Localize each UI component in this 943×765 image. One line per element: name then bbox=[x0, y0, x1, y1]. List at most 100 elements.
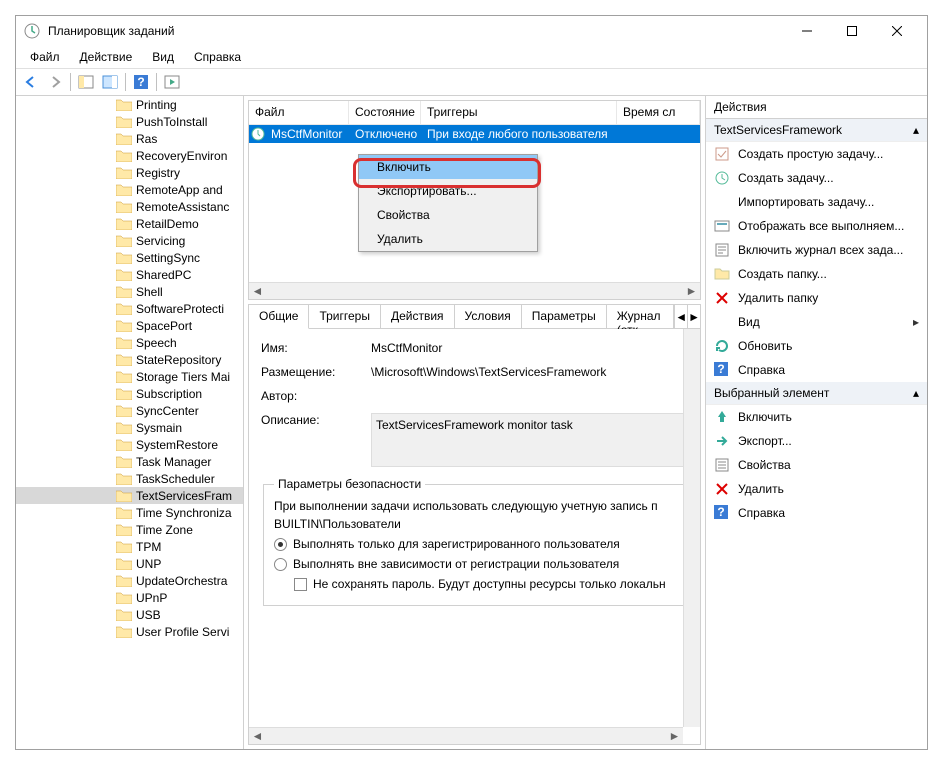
close-button[interactable] bbox=[874, 17, 919, 46]
ctx-export[interactable]: Экспортировать... bbox=[359, 179, 537, 203]
action-import[interactable]: Импортировать задачу... bbox=[706, 190, 927, 214]
tree-item[interactable]: Shell bbox=[16, 283, 243, 300]
tree-item[interactable]: Time Synchroniza bbox=[16, 504, 243, 521]
tree-item[interactable]: UNP bbox=[16, 555, 243, 572]
tab-left-icon[interactable]: ◄ bbox=[674, 305, 687, 328]
action-help[interactable]: ? Справка bbox=[706, 358, 927, 382]
radio-logged-on[interactable] bbox=[274, 538, 287, 551]
scroll-left-icon[interactable]: ◄ bbox=[249, 284, 266, 299]
action-properties[interactable]: Свойства bbox=[706, 453, 927, 477]
tree-item[interactable]: RetailDemo bbox=[16, 215, 243, 232]
tree-item[interactable]: SettingSync bbox=[16, 249, 243, 266]
tree-item[interactable]: User Profile Servi bbox=[16, 623, 243, 640]
tree-item[interactable]: Time Zone bbox=[16, 521, 243, 538]
tree-item[interactable]: Sysmain bbox=[16, 419, 243, 436]
action-create[interactable]: Создать задачу... bbox=[706, 166, 927, 190]
tree-item[interactable]: Task Manager bbox=[16, 453, 243, 470]
tab-conditions[interactable]: Условия bbox=[455, 305, 522, 328]
tab-general[interactable]: Общие bbox=[249, 305, 309, 329]
menu-help[interactable]: Справка bbox=[184, 48, 251, 66]
tree-item[interactable]: RemoteApp and bbox=[16, 181, 243, 198]
maximize-button[interactable] bbox=[829, 17, 874, 46]
tab-parameters[interactable]: Параметры bbox=[522, 305, 607, 328]
menu-view[interactable]: Вид bbox=[142, 48, 184, 66]
tree-item[interactable]: SyncCenter bbox=[16, 402, 243, 419]
ctx-delete[interactable]: Удалить bbox=[359, 227, 537, 251]
action-help2[interactable]: ? Справка bbox=[706, 501, 927, 525]
tree-item[interactable]: Speech bbox=[16, 334, 243, 351]
col-file[interactable]: Файл bbox=[249, 101, 349, 124]
show-hide-tree-button[interactable] bbox=[75, 71, 97, 93]
tree-item[interactable]: SharedPC bbox=[16, 266, 243, 283]
tree-item-label: Ras bbox=[136, 132, 157, 146]
tree-item[interactable]: TaskScheduler bbox=[16, 470, 243, 487]
tab-right-icon[interactable]: ► bbox=[687, 305, 700, 328]
run-button[interactable] bbox=[161, 71, 183, 93]
checkbox-no-password[interactable] bbox=[294, 578, 307, 591]
tree-item[interactable]: TPM bbox=[16, 538, 243, 555]
folder-icon bbox=[116, 353, 132, 366]
tree-item[interactable]: StateRepository bbox=[16, 351, 243, 368]
scroll-left-icon[interactable]: ◄ bbox=[249, 729, 266, 744]
details-body: Имя: MsCtfMonitor Размещение: \Microsoft… bbox=[249, 329, 700, 744]
scroll-right-icon[interactable]: ► bbox=[683, 284, 700, 299]
action-view[interactable]: Вид ▸ bbox=[706, 310, 927, 334]
help-button[interactable]: ? bbox=[130, 71, 152, 93]
import-icon bbox=[714, 194, 730, 210]
action-export[interactable]: Экспорт... bbox=[706, 429, 927, 453]
details-vscroll[interactable] bbox=[683, 329, 700, 727]
tree-item[interactable]: SpacePort bbox=[16, 317, 243, 334]
minimize-button[interactable] bbox=[784, 17, 829, 46]
tab-triggers[interactable]: Триггеры bbox=[309, 305, 381, 328]
tree-item[interactable]: Ras bbox=[16, 130, 243, 147]
folder-icon bbox=[116, 166, 132, 179]
actions-section2-title[interactable]: Выбранный элемент ▴ bbox=[706, 382, 927, 405]
action-delete[interactable]: Удалить bbox=[706, 477, 927, 501]
task-hscroll[interactable]: ◄ ► bbox=[249, 282, 700, 299]
action-create-folder[interactable]: Создать папку... bbox=[706, 262, 927, 286]
action-delete-folder[interactable]: Удалить папку bbox=[706, 286, 927, 310]
tree-item[interactable]: RecoveryEnviron bbox=[16, 147, 243, 164]
tree-item[interactable]: SoftwareProtecti bbox=[16, 300, 243, 317]
tree-item[interactable]: Subscription bbox=[16, 385, 243, 402]
tab-actions[interactable]: Действия bbox=[381, 305, 455, 328]
action-refresh[interactable]: Обновить bbox=[706, 334, 927, 358]
details-hscroll[interactable]: ◄ ► bbox=[249, 727, 683, 744]
actions-header: Действия bbox=[706, 96, 927, 119]
tree-item[interactable]: USB bbox=[16, 606, 243, 623]
back-button[interactable] bbox=[20, 71, 42, 93]
actions-section1-title[interactable]: TextServicesFramework ▴ bbox=[706, 119, 927, 142]
tree-item[interactable]: Printing bbox=[16, 96, 243, 113]
tree-item[interactable]: PushToInstall bbox=[16, 113, 243, 130]
radio-any[interactable] bbox=[274, 558, 287, 571]
action-enable[interactable]: Включить bbox=[706, 405, 927, 429]
ctx-enable[interactable]: Включить bbox=[359, 155, 537, 179]
tree-item[interactable]: UPnP bbox=[16, 589, 243, 606]
ctx-properties[interactable]: Свойства bbox=[359, 203, 537, 227]
tree-item[interactable]: Registry bbox=[16, 164, 243, 181]
forward-button[interactable] bbox=[44, 71, 66, 93]
tab-journal[interactable]: Журнал (отк bbox=[607, 305, 674, 328]
security-fieldset: Параметры безопасности При выполнении за… bbox=[263, 477, 686, 606]
action-enable-log[interactable]: Включить журнал всех зада... bbox=[706, 238, 927, 262]
tree-item[interactable]: Servicing bbox=[16, 232, 243, 249]
menu-action[interactable]: Действие bbox=[70, 48, 143, 66]
action-create-simple[interactable]: Создать простую задачу... bbox=[706, 142, 927, 166]
tree-item[interactable]: RemoteAssistanc bbox=[16, 198, 243, 215]
col-time[interactable]: Время сл bbox=[617, 101, 700, 124]
show-hide-actions-button[interactable] bbox=[99, 71, 121, 93]
folder-icon bbox=[116, 132, 132, 145]
tree-item[interactable]: TextServicesFram bbox=[16, 487, 243, 504]
col-triggers[interactable]: Триггеры bbox=[421, 101, 617, 124]
tree-item[interactable]: UpdateOrchestra bbox=[16, 572, 243, 589]
scroll-right-icon[interactable]: ► bbox=[666, 729, 683, 744]
tree-item[interactable]: SystemRestore bbox=[16, 436, 243, 453]
folder-icon bbox=[116, 336, 132, 349]
tree-scroll[interactable]: PrintingPushToInstallRasRecoveryEnvironR… bbox=[16, 96, 243, 749]
menu-file[interactable]: Файл bbox=[20, 48, 70, 66]
collapse-icon: ▴ bbox=[913, 386, 919, 400]
task-row[interactable]: MsCtfMonitor Отключено При входе любого … bbox=[249, 125, 700, 143]
col-state[interactable]: Состояние bbox=[349, 101, 421, 124]
tree-item[interactable]: Storage Tiers Mai bbox=[16, 368, 243, 385]
action-show-running[interactable]: Отображать все выполняем... bbox=[706, 214, 927, 238]
